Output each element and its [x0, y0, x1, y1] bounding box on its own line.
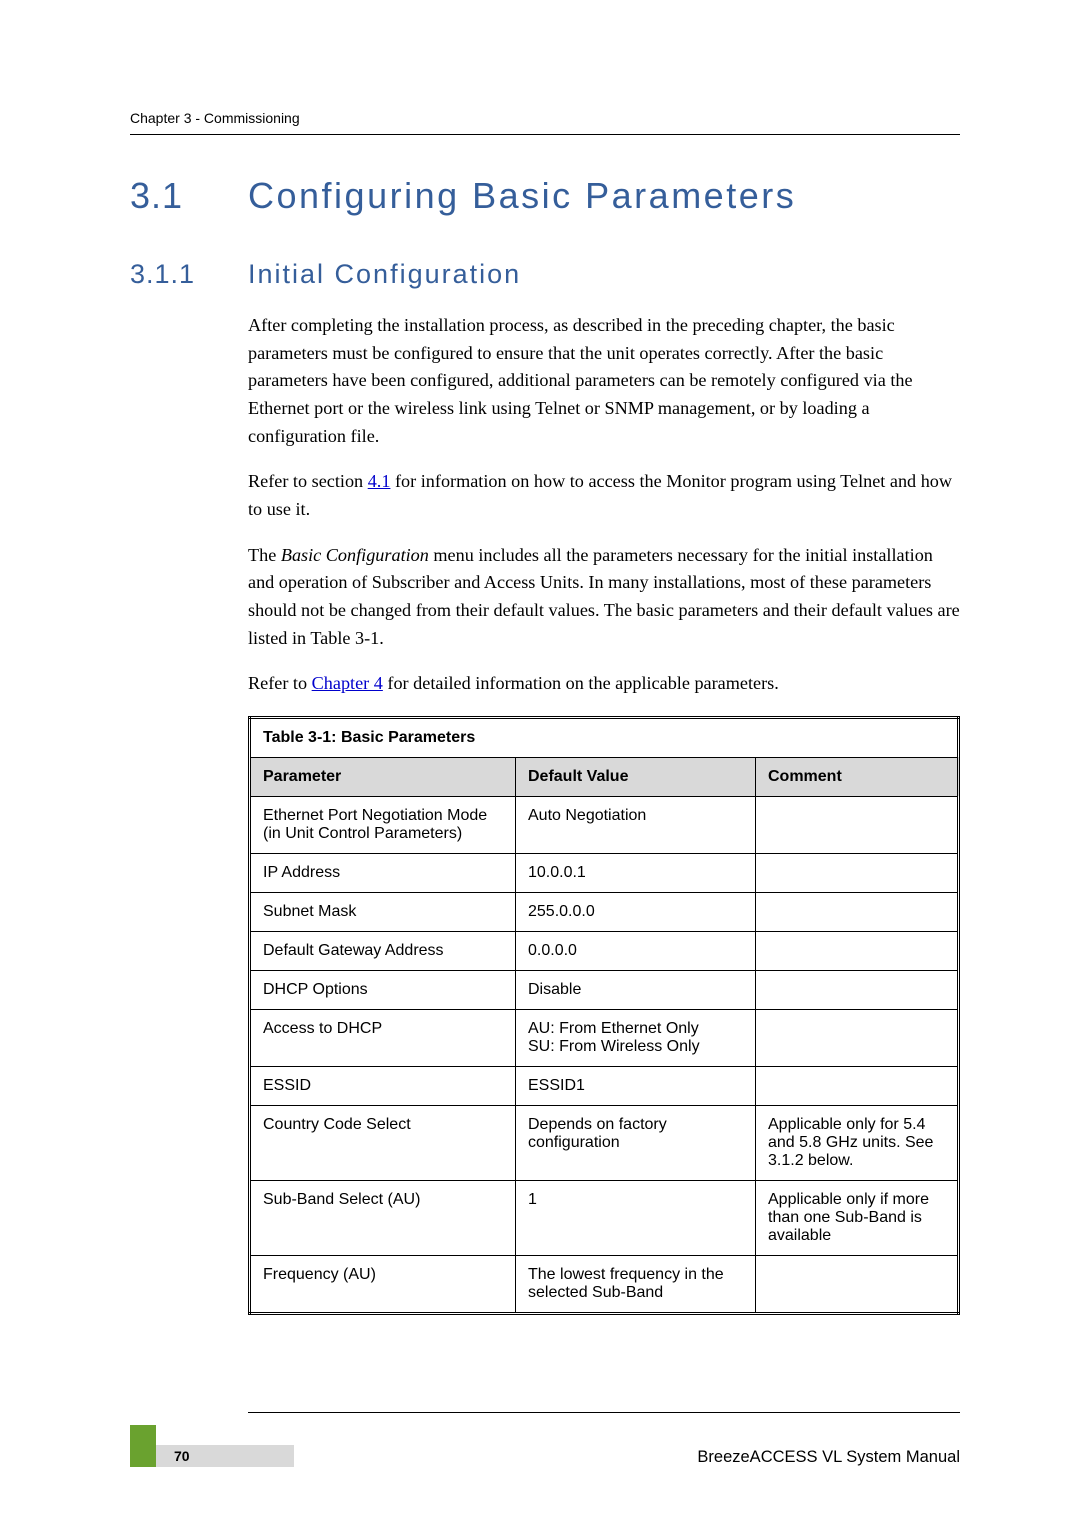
table-row: ESSIDESSID1 — [250, 1066, 959, 1105]
basic-parameters-table: Table 3-1: Basic Parameters Parameter De… — [248, 716, 960, 1315]
paragraph: The Basic Configuration menu includes al… — [248, 542, 960, 653]
cell-parameter: Sub-Band Select (AU) — [250, 1180, 516, 1255]
table-caption: Table 3-1: Basic Parameters — [250, 717, 959, 757]
table-header-default: Default Value — [516, 757, 756, 796]
text: for detailed information on the applicab… — [383, 673, 779, 693]
cell-default: Depends on factory configuration — [516, 1105, 756, 1180]
cell-parameter: ESSID — [250, 1066, 516, 1105]
footer-manual-title: BreezeACCESS VL System Manual — [294, 1448, 960, 1467]
table-row: Ethernet Port Negotiation Mode (in Unit … — [250, 796, 959, 853]
cell-parameter: Access to DHCP — [250, 1009, 516, 1066]
heading2-title: Initial Configuration — [248, 259, 521, 290]
cell-default: Auto Negotiation — [516, 796, 756, 853]
text: The — [248, 545, 281, 565]
body-content: After completing the installation proces… — [248, 312, 960, 1315]
cell-default: Disable — [516, 970, 756, 1009]
running-header: Chapter 3 - Commissioning — [130, 110, 960, 135]
table-header-row: Parameter Default Value Comment — [250, 757, 959, 796]
table-row: Default Gateway Address0.0.0.0 — [250, 931, 959, 970]
table-header-comment: Comment — [756, 757, 959, 796]
cell-parameter: Country Code Select — [250, 1105, 516, 1180]
cell-default: ESSID1 — [516, 1066, 756, 1105]
footer-accent-box — [130, 1425, 156, 1467]
table-header-parameter: Parameter — [250, 757, 516, 796]
table-caption-row: Table 3-1: Basic Parameters — [250, 717, 959, 757]
cell-default: The lowest frequency in the selected Sub… — [516, 1255, 756, 1313]
cell-default: 10.0.0.1 — [516, 853, 756, 892]
cell-comment — [756, 1066, 959, 1105]
heading1-title: Configuring Basic Parameters — [248, 175, 796, 217]
cell-default: AU: From Ethernet Only SU: From Wireless… — [516, 1009, 756, 1066]
text: Refer to section — [248, 471, 368, 491]
cell-comment — [756, 1255, 959, 1313]
section-heading-1: 3.1 Configuring Basic Parameters — [130, 175, 960, 217]
cell-parameter: Frequency (AU) — [250, 1255, 516, 1313]
paragraph: After completing the installation proces… — [248, 312, 960, 450]
table-row: Frequency (AU)The lowest frequency in th… — [250, 1255, 959, 1313]
emphasis: Basic Configuration — [281, 545, 429, 565]
footer-rule — [248, 1412, 960, 1413]
cell-parameter: Subnet Mask — [250, 892, 516, 931]
cell-parameter: IP Address — [250, 853, 516, 892]
cell-comment — [756, 970, 959, 1009]
cell-default: 0.0.0.0 — [516, 931, 756, 970]
link-chapter-4[interactable]: Chapter 4 — [312, 673, 383, 693]
cell-comment: Applicable only if more than one Sub-Ban… — [756, 1180, 959, 1255]
cell-comment — [756, 796, 959, 853]
cell-comment — [756, 931, 959, 970]
heading2-number: 3.1.1 — [130, 259, 248, 290]
table-row: Country Code SelectDepends on factory co… — [250, 1105, 959, 1180]
cell-comment — [756, 1009, 959, 1066]
table-row: Access to DHCPAU: From Ethernet Only SU:… — [250, 1009, 959, 1066]
cell-parameter: Default Gateway Address — [250, 931, 516, 970]
page-footer: 70 BreezeACCESS VL System Manual — [130, 1412, 960, 1467]
paragraph: Refer to section 4.1 for information on … — [248, 468, 960, 523]
table-row: IP Address10.0.0.1 — [250, 853, 959, 892]
table-row: Sub-Band Select (AU)1Applicable only if … — [250, 1180, 959, 1255]
table-row: DHCP OptionsDisable — [250, 970, 959, 1009]
heading1-number: 3.1 — [130, 175, 248, 217]
cell-parameter: DHCP Options — [250, 970, 516, 1009]
cell-comment — [756, 853, 959, 892]
cell-default: 255.0.0.0 — [516, 892, 756, 931]
section-heading-2: 3.1.1 Initial Configuration — [130, 259, 960, 290]
paragraph: Refer to Chapter 4 for detailed informat… — [248, 670, 960, 698]
cell-comment — [756, 892, 959, 931]
cell-comment: Applicable only for 5.4 and 5.8 GHz unit… — [756, 1105, 959, 1180]
text: Refer to — [248, 673, 312, 693]
table-row: Subnet Mask255.0.0.0 — [250, 892, 959, 931]
link-section-4-1[interactable]: 4.1 — [368, 471, 391, 491]
page-number-box: 70 — [156, 1445, 294, 1467]
page-number: 70 — [174, 1448, 190, 1464]
cell-default: 1 — [516, 1180, 756, 1255]
cell-parameter: Ethernet Port Negotiation Mode (in Unit … — [250, 796, 516, 853]
